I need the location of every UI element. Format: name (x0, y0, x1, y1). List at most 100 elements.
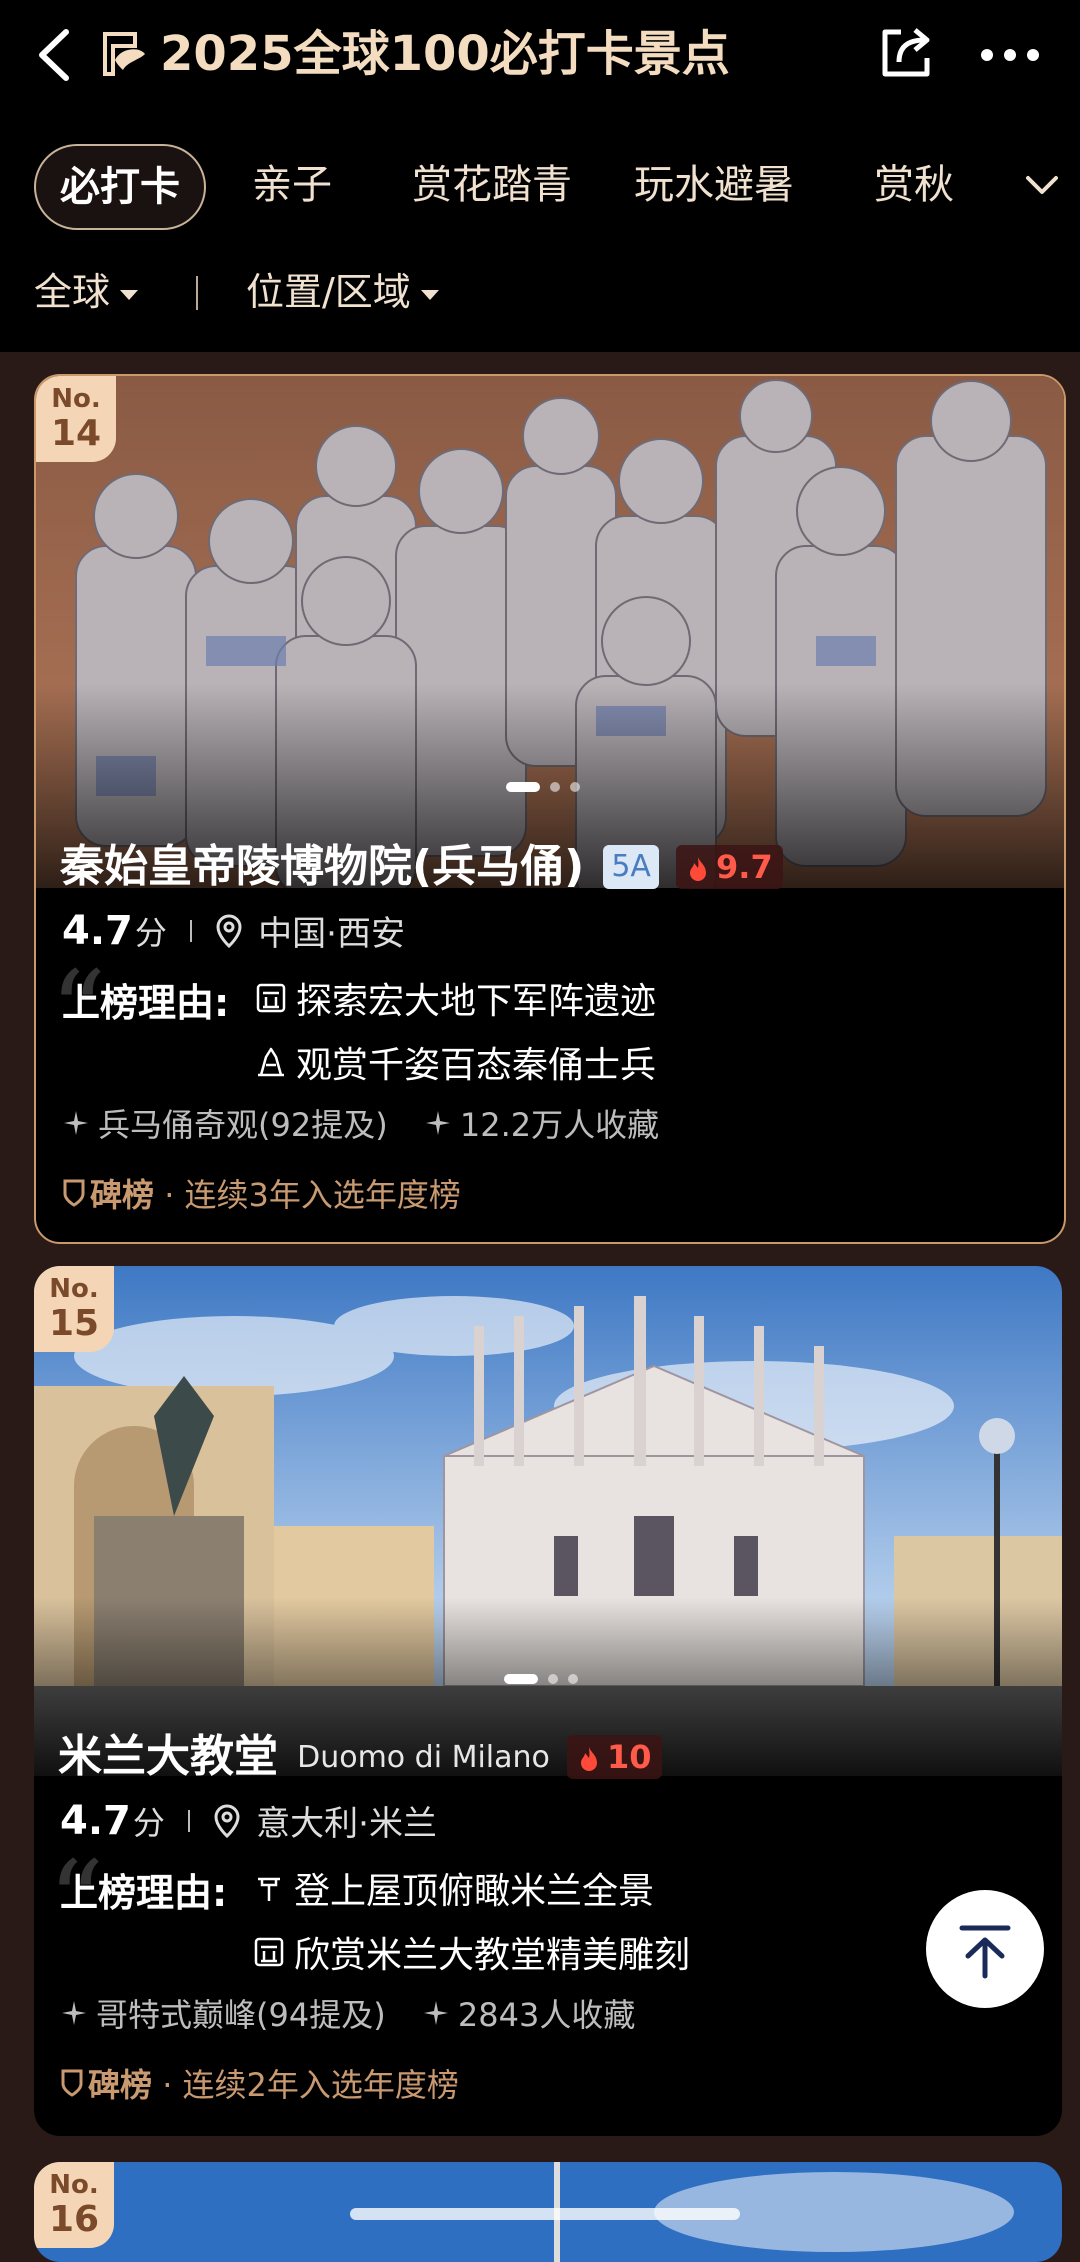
rating-unit: 分 (134, 913, 167, 952)
carousel-dot (570, 782, 580, 792)
heat-value: 10 (607, 1738, 652, 1776)
level-badge: 5A (603, 845, 659, 889)
spot-name: 米兰大教堂 (58, 1731, 278, 1782)
tag-highlight: 哥特式巅峰(94提及) (96, 1996, 386, 2034)
filter-bar: 全球 位置/区域 (0, 262, 1080, 322)
more-button[interactable] (975, 30, 1045, 80)
reason-label: 上榜理由: (60, 1871, 228, 1915)
tag-highlight: 兵马俑奇观(92提及) (98, 1106, 388, 1144)
tabs-expand-button[interactable] (1020, 162, 1064, 206)
spot-card[interactable]: No. 14 秦始皇帝陵博物院(兵马俑) 5A 9.7 4.7分 中国·西安 “… (34, 374, 1066, 1244)
spot-title-row: 米兰大教堂 Duomo di Milano 10 (58, 1722, 662, 1792)
more-dots-icon (981, 49, 1039, 61)
statue-icon (258, 1047, 284, 1077)
rank-number: 16 (48, 2199, 100, 2240)
location-pin-icon (214, 1803, 240, 1838)
top-header: 2025全球100必打卡景点 必打卡 亲子 赏花踏青 玩水避暑 赏秋 全球 位置… (0, 0, 1080, 352)
shield-icon (63, 1179, 85, 1207)
rank-badge: No. 15 (34, 1266, 114, 1352)
fire-icon (690, 857, 707, 881)
tags-row: 兵马俑奇观(92提及) 12.2万人收藏 (62, 1100, 685, 1146)
score-row: 4.7分 意大利·米兰 (60, 1796, 437, 1852)
region-filter-label: 全球 (34, 270, 111, 314)
spot-title-row: 秦始皇帝陵博物院(兵马俑) 5A 9.7 (60, 832, 783, 902)
location-filter-label: 位置/区域 (246, 270, 411, 314)
arrow-up-icon (959, 1925, 1011, 1979)
chevron-left-icon (39, 29, 69, 81)
category-tabs: 必打卡 亲子 赏花踏青 玩水避暑 赏秋 (0, 140, 1080, 236)
museum-icon (254, 1937, 284, 1967)
board-text: · 连续3年入选年度榜 (164, 1176, 461, 1214)
score-row: 4.7分 中国·西安 (62, 906, 405, 962)
board-row: 碑榜 · 连续3年入选年度榜 (62, 1170, 461, 1216)
location-text: 意大利·米兰 (256, 1804, 437, 1844)
back-button[interactable] (30, 22, 80, 88)
ranking-logo-icon (95, 26, 151, 82)
carousel-indicator (504, 1674, 588, 1684)
rank-prefix: No. (49, 1274, 99, 1304)
location-pin-icon (216, 913, 242, 948)
heat-badge: 9.7 (676, 845, 783, 889)
tab-family[interactable]: 亲子 (252, 144, 332, 226)
location-text: 中国·西安 (258, 914, 405, 954)
reason-label: 上榜理由: (62, 981, 230, 1025)
spot-english-name: Duomo di Milano (297, 1739, 550, 1775)
reason-item: 探索宏大地下军阵遗迹 (254, 972, 656, 1024)
carousel-dot-active (506, 782, 540, 792)
carousel-indicator (506, 782, 590, 792)
caret-down-icon (420, 289, 439, 300)
board-logo: 碑榜 (90, 1176, 155, 1214)
fire-icon (581, 1747, 597, 1771)
museum-icon (256, 983, 286, 1013)
share-button[interactable] (875, 22, 937, 84)
back-to-top-button[interactable] (926, 1890, 1044, 2008)
board-row: 碑榜 · 连续2年入选年度榜 (60, 2060, 459, 2106)
rank-number: 15 (48, 1303, 100, 1344)
sparkle-icon (423, 2001, 448, 2025)
spot-card[interactable]: No. 15 米兰大教堂 Duomo di Milano 10 4.7分 意大利… (34, 1266, 1062, 2136)
nav-bar: 2025全球100必打卡景点 (0, 0, 1080, 110)
tag-favorites: 2843人收藏 (457, 1996, 636, 2034)
shield-icon (61, 2069, 83, 2097)
spot-name: 秦始皇帝陵博物院(兵马俑) (60, 841, 585, 892)
tab-summer-water[interactable]: 玩水避暑 (634, 144, 794, 226)
location-filter[interactable]: 位置/区域 (246, 262, 439, 322)
milan-cathedral-photo[interactable] (34, 1266, 1062, 1776)
rank-prefix: No. (51, 384, 101, 414)
tab-spring-flowers[interactable]: 赏花踏青 (412, 144, 572, 226)
board-text: · 连续2年入选年度榜 (162, 2066, 459, 2104)
separator (189, 919, 192, 942)
viewpoint-icon (258, 1877, 280, 1901)
sparkle-icon (425, 1111, 450, 1135)
rank-badge: No. 16 (34, 2162, 114, 2248)
carousel-dot-active (504, 1674, 538, 1684)
caret-down-icon (120, 289, 139, 300)
board-logo: 碑榜 (88, 2066, 153, 2104)
tab-must-visit[interactable]: 必打卡 (34, 144, 206, 230)
reason-item: 欣赏米兰大教堂精美雕刻 (252, 1926, 690, 1978)
tags-row: 哥特式巅峰(94提及) 2843人收藏 (60, 1990, 661, 2036)
carousel-dot (548, 1674, 558, 1684)
rating-unit: 分 (132, 1803, 165, 1842)
rank-number: 14 (50, 413, 102, 454)
region-filter[interactable]: 全球 (34, 262, 139, 322)
terracotta-army-photo[interactable] (36, 376, 1064, 907)
separator (187, 1809, 190, 1832)
reason-item: 观赏千姿百态秦俑士兵 (254, 1036, 656, 1088)
carousel-dot (568, 1674, 578, 1684)
chevron-down-icon (1026, 176, 1058, 194)
rank-prefix: No. (49, 2170, 99, 2200)
tag-favorites: 12.2万人收藏 (459, 1106, 660, 1144)
filter-divider (196, 276, 198, 310)
page-title: 2025全球100必打卡景点 (160, 26, 730, 82)
rank-badge: No. 14 (36, 376, 116, 462)
home-indicator[interactable] (350, 2208, 740, 2220)
sparkle-icon (64, 1111, 88, 1135)
reason-item: 登上屋顶俯瞰米兰全景 (252, 1862, 654, 1914)
heat-badge: 10 (567, 1735, 662, 1779)
carousel-dot (550, 782, 560, 792)
share-icon (882, 28, 930, 77)
sparkle-icon (62, 2001, 86, 2025)
heat-value: 9.7 (716, 848, 773, 886)
tab-autumn[interactable]: 赏秋 (874, 144, 954, 226)
